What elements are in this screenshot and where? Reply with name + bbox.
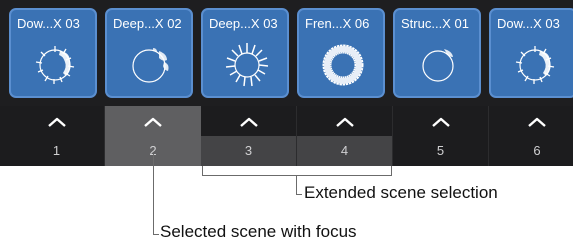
scene-tile-1[interactable]: Dow...X 03 <box>9 8 97 98</box>
scene-trigger-1[interactable]: 1 <box>9 106 105 166</box>
scene-tile-label: Deep...X 03 <box>209 16 278 31</box>
chevron-up-icon <box>144 117 162 127</box>
dense-ring-icon <box>322 44 364 86</box>
scene-tiles-row: Dow...X 03 Deep...X 02 Deep...X 03 Fren.… <box>0 0 573 106</box>
waveform-ring-icon <box>515 46 555 84</box>
extended-selection-caption: Extended scene selection <box>304 183 498 202</box>
extended-bracket-right <box>391 166 392 176</box>
extended-callout-leader <box>296 175 297 195</box>
chevron-up-icon <box>240 117 258 127</box>
scene-trigger-4[interactable]: 4 <box>297 106 393 166</box>
scene-tile-label: Dow...X 03 <box>497 16 560 31</box>
extended-bracket-bottom <box>202 175 392 176</box>
chevron-up-icon <box>336 117 354 127</box>
sparse-ring-icon <box>132 48 169 83</box>
chevron-up-icon <box>528 117 546 127</box>
scene-number: 5 <box>436 143 445 158</box>
thin-ring-icon <box>422 49 454 82</box>
scene-trigger-6[interactable]: 6 <box>489 106 573 166</box>
scene-number: 4 <box>340 143 349 158</box>
scene-strip: Dow...X 03 Deep...X 02 Deep...X 03 Fren.… <box>0 0 573 166</box>
scene-trigger-row: 1 2 3 4 5 6 <box>0 106 573 166</box>
scene-tile-label: Dow...X 03 <box>17 16 80 31</box>
scene-tile-4[interactable]: Fren...X 06 <box>297 8 385 98</box>
scene-tile-label: Deep...X 02 <box>113 16 182 31</box>
selected-callout-leader <box>153 154 154 235</box>
scene-trigger-3[interactable]: 3 <box>201 106 297 166</box>
chevron-up-icon <box>432 117 450 127</box>
scene-tile-6[interactable]: Dow...X 03 <box>489 8 573 98</box>
scene-tile-3[interactable]: Deep...X 03 <box>201 8 289 98</box>
extended-callout-tick <box>296 194 302 195</box>
scene-number: 6 <box>533 143 541 158</box>
selected-scene-caption: Selected scene with focus <box>160 222 357 241</box>
chevron-up-icon <box>48 117 66 127</box>
scene-number: 3 <box>244 143 253 158</box>
waveform-ring-icon <box>35 46 75 84</box>
scene-tile-label: Fren...X 06 <box>305 16 370 31</box>
scene-tile-2[interactable]: Deep...X 02 <box>105 8 193 98</box>
scene-tile-label: Struc...X 01 <box>401 16 469 31</box>
scene-number: 1 <box>52 143 61 158</box>
spiky-ring-icon <box>225 43 269 87</box>
scene-trigger-5[interactable]: 5 <box>393 106 489 166</box>
scene-tile-5[interactable]: Struc...X 01 <box>393 8 481 98</box>
selected-callout-tick <box>153 234 159 235</box>
